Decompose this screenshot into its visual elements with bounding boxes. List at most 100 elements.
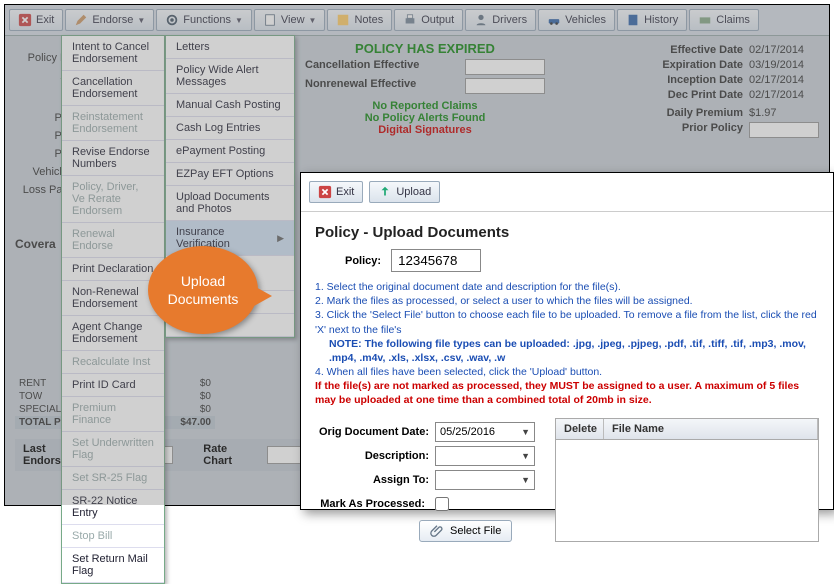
printer-icon	[403, 13, 417, 27]
chevron-down-icon: ▼	[521, 451, 530, 461]
policy-expired-banner: POLICY HAS EXPIRED	[305, 41, 545, 56]
paperclip-icon	[430, 524, 444, 538]
dialog-body: Policy - Upload Documents Policy: 1. Sel…	[301, 212, 833, 550]
vehicles-button[interactable]: Vehicles	[538, 9, 615, 31]
endorse-menu-item: Set Underwritten Flag	[62, 432, 164, 467]
functions-button[interactable]: Functions ▼	[156, 9, 252, 31]
chevron-down-icon: ▼	[309, 16, 317, 25]
orig-date-label: Orig Document Date:	[319, 426, 429, 438]
dialog-toolbar: Exit Upload	[301, 173, 833, 212]
col-filename: File Name	[604, 419, 818, 439]
endorse-menu-item: Stop Bill	[62, 525, 164, 548]
instructions: 1. Select the original document date and…	[315, 280, 819, 408]
vehicle-label: Vehicle	[13, 166, 68, 178]
no-claims-text: No Reported Claims	[305, 100, 545, 112]
output-label: Output	[421, 14, 454, 26]
daily-premium-label: Daily Premium	[667, 107, 743, 119]
rent-label: RENT	[19, 378, 46, 389]
a-label: A	[13, 70, 68, 82]
main-toolbar: Exit Endorse ▼ Functions ▼ View ▼ Notes …	[5, 5, 829, 36]
claims-button[interactable]: Claims	[689, 9, 759, 31]
select-file-button[interactable]: Select File	[419, 520, 512, 542]
policy-label: Policy:	[345, 255, 381, 267]
endorse-label: Endorse	[92, 14, 133, 26]
endorse-menu: Intent to Cancel EndorsementCancellation…	[61, 35, 165, 584]
drivers-button[interactable]: Drivers	[465, 9, 536, 31]
history-label: History	[644, 14, 678, 26]
endorse-menu-item: Recalculate Inst	[62, 351, 164, 374]
endorse-menu-item[interactable]: Set Return Mail Flag	[62, 548, 164, 583]
vehicles-label: Vehicles	[565, 14, 606, 26]
expiration-date-label: Expiration Date	[662, 59, 743, 71]
view-button[interactable]: View ▼	[254, 9, 326, 31]
ph-label-3: Ph	[13, 148, 68, 160]
decprint-date-value: 02/17/2014	[749, 89, 819, 101]
total-value: $47.00	[180, 417, 211, 428]
nonrenew-eff-field[interactable]	[465, 78, 545, 94]
endorse-menu-item[interactable]: Revise Endorse Numbers	[62, 141, 164, 176]
book-icon	[626, 13, 640, 27]
col-delete: Delete	[556, 419, 604, 439]
note-icon	[336, 13, 350, 27]
endorse-menu-item[interactable]: SR-22 Notice Entry	[62, 490, 164, 525]
functions-menu-item[interactable]: Manual Cash Posting	[166, 94, 294, 117]
pencil-icon	[74, 13, 88, 27]
functions-menu-item[interactable]: EZPay EFT Options	[166, 163, 294, 186]
orig-date-select[interactable]: 05/25/2016 ▼	[435, 422, 535, 442]
functions-menu-item[interactable]: Upload Documents and Photos	[166, 186, 294, 221]
view-label: View	[281, 14, 305, 26]
dialog-upload-label: Upload	[396, 186, 431, 198]
coverage-header: Covera	[15, 237, 56, 251]
gear-icon	[165, 13, 179, 27]
rent-value: $0	[200, 378, 211, 389]
notes-label: Notes	[354, 14, 383, 26]
mark-processed-checkbox[interactable]	[435, 497, 449, 511]
car-icon	[547, 13, 561, 27]
claims-label: Claims	[716, 14, 750, 26]
prior-policy-field[interactable]	[749, 122, 819, 138]
instruction-warning: If the file(s) are not marked as process…	[315, 379, 819, 407]
functions-menu-item[interactable]: Letters	[166, 36, 294, 59]
last-endorsement-row: Last Endorsement Rate Chart	[15, 439, 315, 471]
exit-icon	[318, 185, 332, 199]
se-value: $0	[200, 404, 211, 415]
endorse-menu-item[interactable]: Intent to Cancel Endorsement	[62, 36, 164, 71]
endorse-menu-item[interactable]: Print ID Card	[62, 374, 164, 397]
cancel-eff-field[interactable]	[465, 59, 545, 75]
output-button[interactable]: Output	[394, 9, 463, 31]
callout-bubble: Upload Documents	[148, 246, 258, 334]
exit-button[interactable]: Exit	[9, 9, 63, 31]
submenu-arrow-icon: ▶	[277, 233, 284, 244]
endorse-menu-item: Reinstatement Endorsement	[62, 106, 164, 141]
instruction-2: 2. Mark the files as processed, or selec…	[315, 294, 819, 308]
mark-processed-label: Mark As Processed:	[315, 498, 425, 510]
functions-menu-item[interactable]: Policy Wide Alert Messages	[166, 59, 294, 94]
notes-button[interactable]: Notes	[327, 9, 392, 31]
description-label: Description:	[365, 450, 429, 462]
left-labels: Policy N A Ph Ph Ph Vehicle Loss Pay	[13, 42, 68, 202]
ph-label-2: Ph	[13, 130, 68, 142]
file-table-body	[556, 440, 818, 534]
functions-menu-item[interactable]: Cash Log Entries	[166, 117, 294, 140]
dialog-exit-button[interactable]: Exit	[309, 181, 363, 203]
policy-input[interactable]	[391, 249, 481, 272]
description-select[interactable]: ▼	[435, 446, 535, 466]
chevron-down-icon: ▼	[137, 16, 145, 25]
expiration-date-value: 03/19/2014	[749, 59, 819, 71]
dialog-upload-button[interactable]: Upload	[369, 181, 440, 203]
endorse-menu-item[interactable]: Cancellation Endorsement	[62, 71, 164, 106]
endorse-button[interactable]: Endorse ▼	[65, 9, 154, 31]
chevron-down-icon: ▼	[521, 475, 530, 485]
functions-menu-item[interactable]: ePayment Posting	[166, 140, 294, 163]
exit-label: Exit	[36, 14, 54, 26]
assign-to-label: Assign To:	[373, 474, 429, 486]
policy-dates-panel: Effective Date02/17/2014 Expiration Date…	[662, 41, 819, 141]
orig-date-value: 05/25/2016	[440, 426, 495, 438]
functions-label: Functions	[183, 14, 231, 26]
chevron-down-icon: ▼	[521, 427, 530, 437]
endorse-menu-item[interactable]: Agent Change Endorsement	[62, 316, 164, 351]
endorse-menu-item: Policy, Driver, Ve Rerate Endorsem	[62, 176, 164, 223]
assign-to-select[interactable]: ▼	[435, 470, 535, 490]
money-icon	[698, 13, 712, 27]
history-button[interactable]: History	[617, 9, 687, 31]
